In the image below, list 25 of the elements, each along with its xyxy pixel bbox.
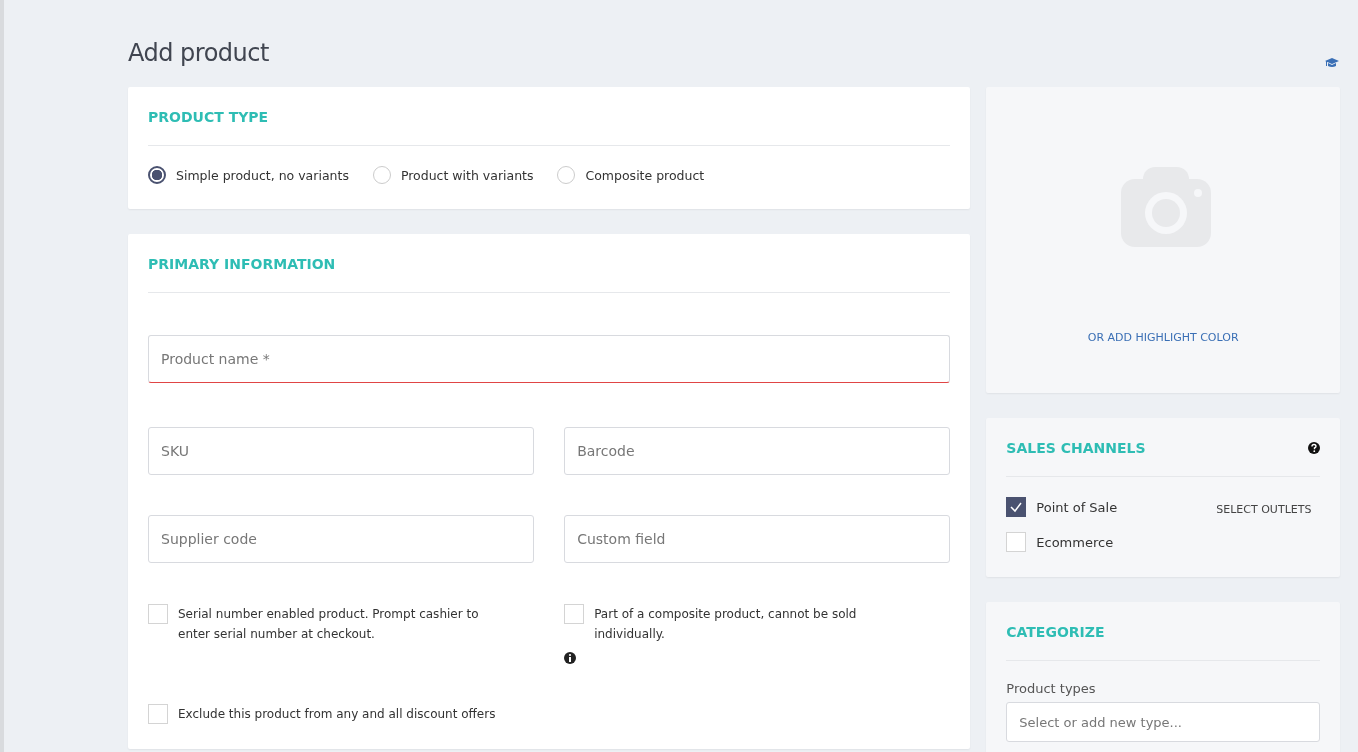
input-field[interactable]: Supplier code [148,515,535,563]
graduation-cap-icon [1324,56,1340,68]
section-heading: PRIMARY INFORMATION [148,254,951,293]
input-field[interactable]: Custom field [564,515,951,563]
channel-label: Point of Sale [1036,499,1119,515]
select-outlets-link[interactable]: SELECT OUTLETS [1216,502,1312,516]
option-label: Part of a composite product, cannot be sold individually. [594,606,858,643]
radio-option[interactable]: Simple product, no variants [148,166,349,184]
section-heading: SALES CHANNELS [1006,440,1146,456]
product-name-field[interactable]: Product name * [148,335,951,383]
option-label: Serial number enabled product. Prompt cashier to enter serial number at checkout. [178,606,480,643]
radio-option[interactable]: Composite product [557,166,705,184]
section-heading: PRODUCT TYPE [148,107,951,146]
channel-label: Ecommerce [1036,534,1115,550]
input-field[interactable]: SKU [148,427,535,475]
field-label: Product types [1006,681,1097,696]
option-label: Exclude this product from any and all discount offers [178,706,496,723]
help-icon [1308,442,1320,454]
radio-option[interactable]: Product with variants [372,166,534,184]
input-field[interactable]: Barcode [564,427,951,475]
page-title: Add product [128,39,269,67]
product-type-field[interactable]: Select or add new type... [1006,702,1320,742]
checkbox[interactable] [1006,497,1027,517]
highlight-color-link[interactable]: OR ADD HIGHLIGHT COLOR [1087,331,1239,344]
section-heading: CATEGORIZE [1006,622,1320,661]
